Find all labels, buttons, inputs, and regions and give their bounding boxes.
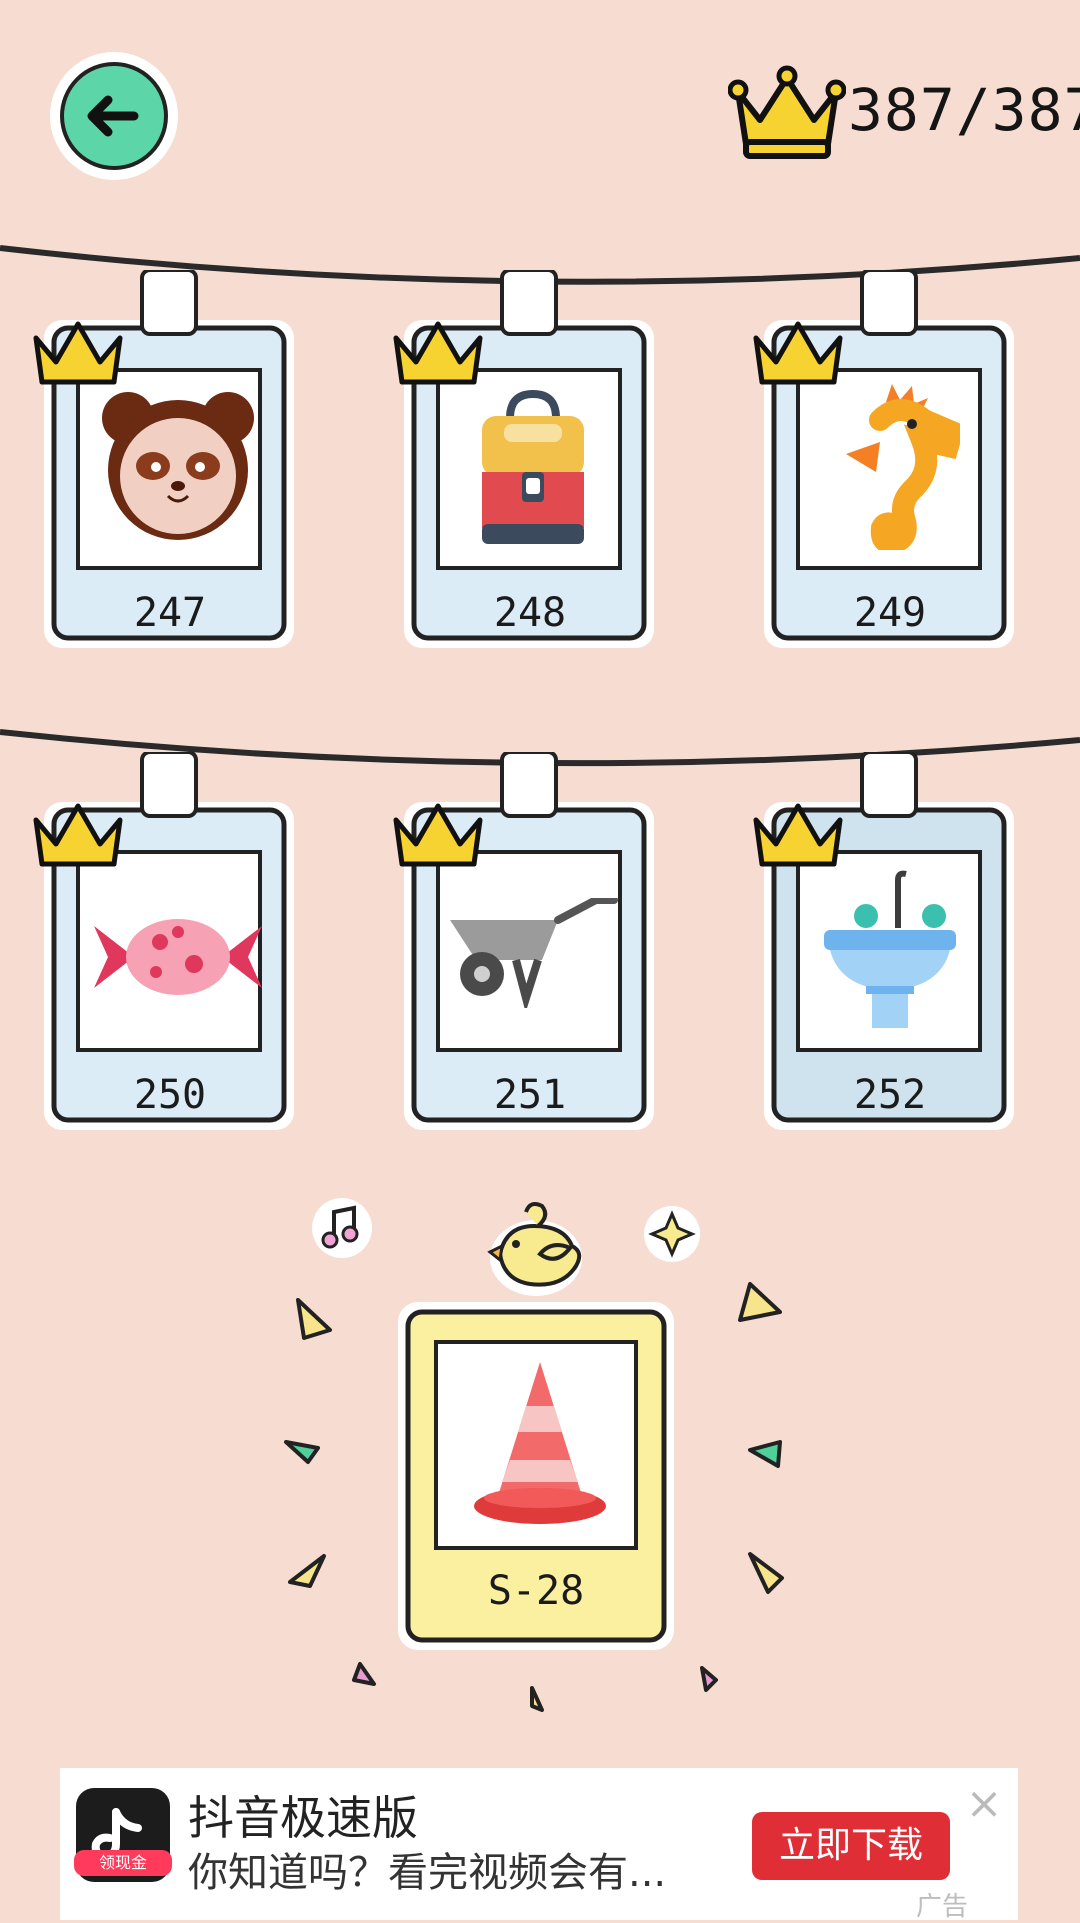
sparkle-icon — [644, 1206, 700, 1262]
crown-icon — [753, 321, 843, 385]
close-ad-icon[interactable]: × — [962, 1782, 1006, 1826]
special-card-label: S-28 — [487, 1568, 585, 1614]
seahorse-icon — [846, 384, 960, 550]
card-number: 250 — [133, 1072, 207, 1118]
ad-title: 抖音极速版 — [188, 1791, 418, 1845]
level-card-251[interactable]: 251 — [393, 752, 658, 1142]
download-button[interactable]: 立即下载 — [752, 1812, 950, 1880]
bird-icon — [487, 1202, 582, 1296]
level-card-252[interactable]: 252 — [753, 752, 1018, 1142]
ad-badge: 领现金 — [74, 1850, 172, 1876]
level-card-249[interactable]: 249 — [753, 270, 1018, 660]
ad-label: 广告 — [916, 1892, 969, 1922]
ad-banner[interactable]: 领现金 抖音极速版 你知道吗？看完视频会有... 立即下载 × 广告 — [60, 1768, 1018, 1922]
traffic-cone-icon — [474, 1362, 606, 1524]
card-number: 252 — [853, 1072, 927, 1118]
crown-icon — [393, 803, 483, 867]
level-card-248[interactable]: 248 — [393, 270, 658, 660]
card-number: 249 — [853, 590, 927, 636]
music-note-icon — [312, 1198, 372, 1258]
card-number: 251 — [493, 1072, 567, 1118]
panda-face-icon — [102, 392, 254, 540]
card-number: 247 — [133, 590, 207, 636]
wheelbarrow-icon — [450, 898, 618, 1008]
crown-icon — [33, 803, 123, 867]
card-number: 248 — [493, 590, 567, 636]
sink-icon — [824, 870, 956, 1028]
backpack-icon — [482, 389, 584, 544]
level-card-247[interactable]: 247 — [33, 270, 298, 660]
ad-description: 你知道吗？看完视频会有... — [188, 1850, 667, 1896]
crown-icon — [393, 321, 483, 385]
level-card-250[interactable]: 250 — [33, 752, 298, 1142]
special-card-s28[interactable]: S-28 — [398, 1302, 674, 1650]
candy-icon — [94, 919, 262, 995]
